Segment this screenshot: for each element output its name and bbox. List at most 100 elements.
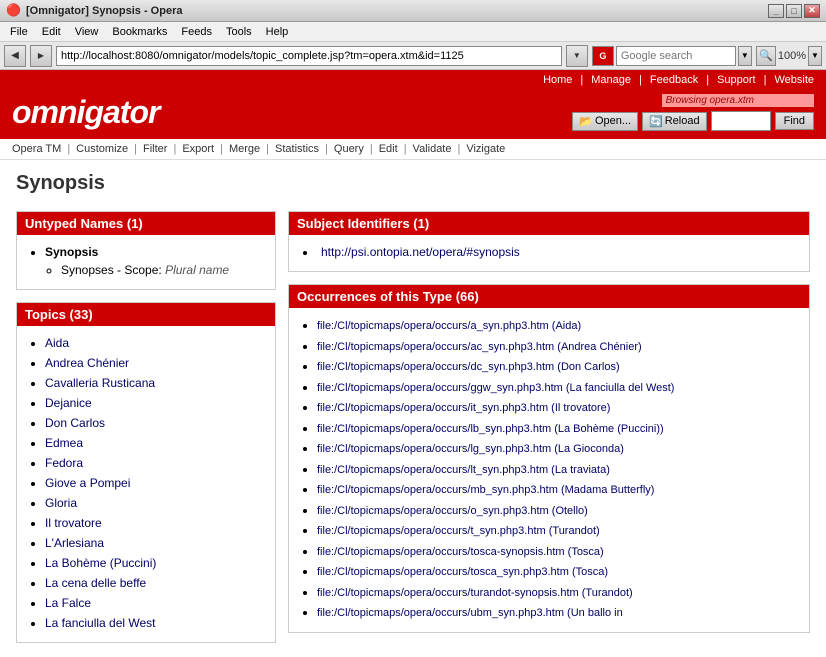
list-item: file:/Cl/topicmaps/opera/occurs/dc_syn.p… [317, 357, 797, 376]
list-item: Edmea [45, 434, 263, 452]
topic-link[interactable]: Don Carlos [45, 416, 105, 430]
window-titlebar: 🔴 [Omnigator] Synopsis - Opera _ □ ✕ [0, 0, 826, 22]
search-input[interactable] [616, 46, 736, 66]
topic-link[interactable]: La cena delle beffe [45, 576, 146, 590]
topic-link[interactable]: Dejanice [45, 396, 92, 410]
address-dropdown[interactable]: ▼ [566, 45, 588, 67]
list-item: http://psi.ontopia.net/opera/#synopsis [317, 243, 797, 261]
nav-feedback[interactable]: Feedback [650, 74, 698, 86]
topic-link[interactable]: Gloria [45, 496, 77, 510]
menu-file[interactable]: File [4, 24, 34, 40]
two-column-layout: Untyped Names (1) Synopsis Synopses - Sc… [16, 211, 810, 655]
header-buttons: 📂 Open... 🔄 Reload Find [572, 111, 814, 131]
topic-link[interactable]: Giove a Pompei [45, 476, 130, 490]
main-content: Synopsis Untyped Names (1) Synopsis Syno [0, 160, 826, 657]
nav-vizigate[interactable]: Vizigate [466, 143, 505, 155]
menu-bookmarks[interactable]: Bookmarks [106, 24, 173, 40]
forward-button[interactable]: ▶ [30, 45, 52, 67]
back-button[interactable]: ◀ [4, 45, 26, 67]
occurrence-link[interactable]: file:/Cl/topicmaps/opera/occurs/dc_syn.p… [317, 361, 620, 373]
nav-query[interactable]: Query [334, 143, 364, 155]
maximize-button[interactable]: □ [786, 4, 802, 18]
list-item: Synopsis Synopses - Scope: Plural name [45, 243, 263, 279]
topic-link[interactable]: Fedora [45, 456, 83, 470]
nav-website[interactable]: Website [774, 74, 814, 86]
site-header: Home | Manage | Feedback | Support | Web… [0, 70, 826, 139]
nav-export[interactable]: Export [182, 143, 214, 155]
occurrence-link[interactable]: file:/Cl/topicmaps/opera/occurs/lt_syn.p… [317, 464, 610, 476]
close-button[interactable]: ✕ [804, 4, 820, 18]
occurrence-link[interactable]: file:/Cl/topicmaps/opera/occurs/ubm_syn.… [317, 607, 623, 619]
nav-customize[interactable]: Customize [76, 143, 128, 155]
occurrence-link[interactable]: file:/Cl/topicmaps/opera/occurs/ggw_syn.… [317, 382, 674, 394]
occurrence-link[interactable]: file:/Cl/topicmaps/opera/occurs/tosca_sy… [317, 566, 608, 578]
topic-link[interactable]: La Bohème (Puccini) [45, 556, 156, 570]
topic-link[interactable]: L'Arlesiana [45, 536, 104, 550]
nav-support[interactable]: Support [717, 74, 756, 86]
find-button[interactable]: Find [775, 112, 814, 130]
nav-edit[interactable]: Edit [379, 143, 398, 155]
occurrence-link[interactable]: file:/Cl/topicmaps/opera/occurs/tosca-sy… [317, 546, 604, 558]
window-title: [Omnigator] Synopsis - Opera [26, 5, 768, 17]
subject-identifier-link[interactable]: http://psi.ontopia.net/opera/#synopsis [321, 245, 520, 259]
nav-validate[interactable]: Validate [413, 143, 452, 155]
nav-opera-tm[interactable]: Opera TM [12, 143, 61, 155]
occurrence-link[interactable]: file:/Cl/topicmaps/opera/occurs/lb_syn.p… [317, 423, 664, 435]
search-dropdown[interactable]: ▼ [738, 46, 752, 66]
occurrence-link[interactable]: file:/Cl/topicmaps/opera/occurs/turandot… [317, 587, 633, 599]
zoom-dropdown[interactable]: ▼ [808, 46, 822, 66]
site-logo: omnigator [12, 94, 159, 131]
nav-merge[interactable]: Merge [229, 143, 260, 155]
topic-name: Synopsis [45, 245, 98, 259]
topics-body: Aida Andrea Chénier Cavalleria Rusticana De… [17, 326, 275, 642]
topic-link[interactable]: Cavalleria Rusticana [45, 376, 155, 390]
menu-tools[interactable]: Tools [220, 24, 258, 40]
topic-link[interactable]: La fanciulla del West [45, 616, 156, 630]
subject-identifiers-section: Subject Identifiers (1) http://psi.ontop… [288, 211, 810, 272]
nav-home[interactable]: Home [543, 74, 572, 86]
list-item: La cena delle beffe [45, 574, 263, 592]
list-item: Aida [45, 334, 263, 352]
left-column: Untyped Names (1) Synopsis Synopses - Sc… [16, 211, 276, 655]
topic-link[interactable]: Aida [45, 336, 69, 350]
nav-filter[interactable]: Filter [143, 143, 167, 155]
occurrence-link[interactable]: file:/Cl/topicmaps/opera/occurs/it_syn.p… [317, 402, 610, 414]
occurrence-link[interactable]: file:/Cl/topicmaps/opera/occurs/o_syn.ph… [317, 505, 588, 517]
list-item: Gloria [45, 494, 263, 512]
topic-link[interactable]: La Falce [45, 596, 91, 610]
topic-link[interactable]: Edmea [45, 436, 83, 450]
window-icon: 🔴 [6, 3, 22, 19]
topic-link[interactable]: Il trovatore [45, 516, 102, 530]
topic-link[interactable]: Andrea Chénier [45, 356, 129, 370]
list-item: L'Arlesiana [45, 534, 263, 552]
header-logo-row: omnigator Browsing opera.xtm 📂 Open... 🔄… [0, 90, 826, 139]
menu-feeds[interactable]: Feeds [175, 24, 218, 40]
browsing-label: Browsing opera.xtm [662, 94, 814, 107]
list-item: Andrea Chénier [45, 354, 263, 372]
menu-help[interactable]: Help [260, 24, 295, 40]
menu-view[interactable]: View [69, 24, 105, 40]
occurrence-link[interactable]: file:/Cl/topicmaps/opera/occurs/a_syn.ph… [317, 320, 581, 332]
occurrence-link[interactable]: file:/Cl/topicmaps/opera/occurs/t_syn.ph… [317, 525, 600, 537]
list-item: file:/Cl/topicmaps/opera/occurs/lg_syn.p… [317, 439, 797, 458]
occurrence-link[interactable]: file:/Cl/topicmaps/opera/occurs/ac_syn.p… [317, 341, 642, 353]
address-input[interactable] [56, 46, 562, 66]
occurrence-link[interactable]: file:/Cl/topicmaps/opera/occurs/lg_syn.p… [317, 443, 624, 455]
occurrence-link[interactable]: file:/Cl/topicmaps/opera/occurs/mb_syn.p… [317, 484, 654, 496]
list-item: file:/Cl/topicmaps/opera/occurs/tosca_sy… [317, 562, 797, 581]
menu-edit[interactable]: Edit [36, 24, 67, 40]
zoom-box: 🔍 100% ▼ [756, 46, 822, 66]
list-item: Dejanice [45, 394, 263, 412]
nav-manage[interactable]: Manage [591, 74, 631, 86]
untyped-names-header: Untyped Names (1) [17, 212, 275, 235]
list-item: file:/Cl/topicmaps/opera/occurs/a_syn.ph… [317, 316, 797, 335]
occurrences-body: file:/Cl/topicmaps/opera/occurs/a_syn.ph… [289, 308, 809, 632]
reload-button[interactable]: 🔄 Reload [642, 112, 707, 131]
nav-statistics[interactable]: Statistics [275, 143, 319, 155]
open-button[interactable]: 📂 Open... [572, 112, 638, 131]
zoom-icon[interactable]: 🔍 [756, 46, 776, 66]
find-input[interactable] [711, 111, 771, 131]
minimize-button[interactable]: _ [768, 4, 784, 18]
right-column: Subject Identifiers (1) http://psi.ontop… [288, 211, 810, 655]
untyped-names-body: Synopsis Synopses - Scope: Plural name [17, 235, 275, 289]
